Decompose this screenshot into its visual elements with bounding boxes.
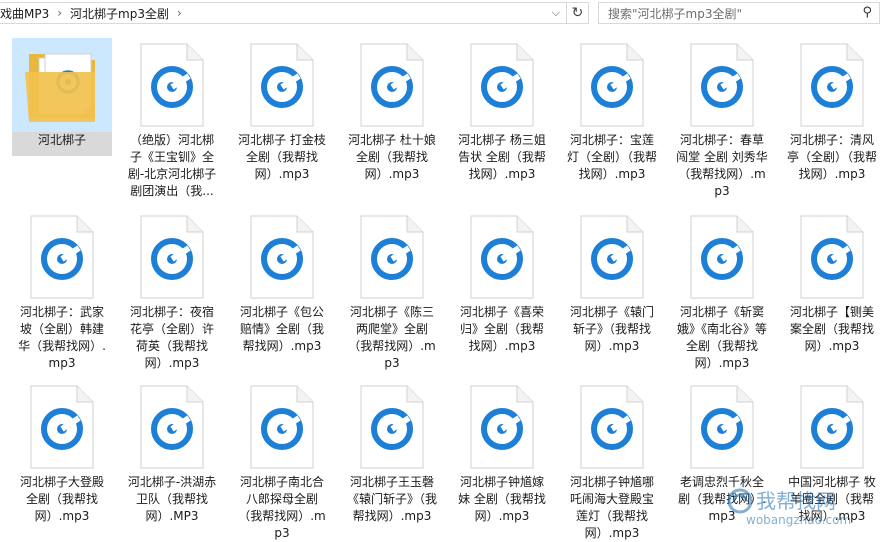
file-name: 河北梆子-洪湖赤卫队（我帮找网）.MP3	[127, 475, 217, 523]
file-item[interactable]: 河北梆子大登殿全剧（我帮找网）.mp3	[12, 380, 112, 525]
groove-music-file-icon	[562, 38, 662, 132]
watermark: 我帮找网 wobangzhao.com	[726, 481, 876, 531]
groove-music-file-icon	[452, 38, 552, 132]
groove-music-file-icon	[232, 38, 332, 132]
groove-music-file-icon	[782, 38, 882, 132]
file-item[interactable]: 河北梆子《喜荣归》全剧（我帮找网）.mp3	[452, 210, 552, 355]
groove-music-file-icon	[782, 210, 882, 304]
file-name: 河北梆子王玉磬《辕门斩子》（我帮找网）.mp3	[346, 475, 437, 523]
file-name: 河北梆子 杜十娘 全剧（我帮找网）.mp3	[348, 133, 436, 181]
groove-music-file-icon	[122, 38, 222, 132]
groove-music-file-icon	[12, 210, 112, 304]
groove-music-file-icon	[122, 380, 222, 474]
file-name: 河北梆子：清风亭（全剧）（我帮找网）.mp3	[786, 133, 877, 181]
groove-music-file-icon	[562, 210, 662, 304]
breadcrumb-separator: ›	[177, 6, 182, 20]
file-name: 河北梆子南北合八郎探母全剧（我帮找网）.mp3	[238, 475, 326, 540]
file-name: 河北梆子 打金枝 全剧（我帮找网）.mp3	[238, 133, 326, 181]
breadcrumb-current[interactable]: 河北梆子mp3全剧	[70, 5, 169, 22]
search-icon[interactable]: ⚲	[862, 5, 872, 20]
groove-music-file-icon	[672, 38, 772, 132]
file-name: 河北梆子：宝莲灯（全剧）（我帮找网）.mp3	[566, 133, 657, 181]
file-name: 河北梆子：春草闯堂 全剧 刘秀华（我帮找网）.mp3	[676, 133, 768, 198]
groove-music-file-icon	[562, 380, 662, 474]
groove-music-file-icon	[342, 38, 442, 132]
groove-music-file-icon	[672, 380, 772, 474]
file-name: 河北梆子《喜荣归》全剧（我帮找网）.mp3	[459, 305, 544, 353]
file-item[interactable]: 河北梆子 打金枝 全剧（我帮找网）.mp3	[232, 38, 332, 183]
groove-music-file-icon	[232, 380, 332, 474]
file-item[interactable]: 河北梆子：清风亭（全剧）（我帮找网）.mp3	[782, 38, 882, 183]
file-item[interactable]: 河北梆子：春草闯堂 全剧 刘秀华（我帮找网）.mp3	[672, 38, 772, 200]
file-name: 河北梆子【铡美案全剧（我帮找网）.mp3	[789, 305, 874, 353]
groove-music-file-icon	[672, 210, 772, 304]
file-name: 河北梆子钟馗嫁妹 全剧（我帮找网）.mp3	[458, 475, 546, 523]
file-item[interactable]: 河北梆子钟馗嫁妹 全剧（我帮找网）.mp3	[452, 380, 552, 525]
file-item[interactable]: 河北梆子《辕门斩子》（我帮找网）.mp3	[562, 210, 662, 355]
file-name: （绝版）河北梆子《王宝钏》全剧-北京河北梆子剧团演出（我...	[127, 133, 217, 198]
file-item[interactable]: 河北梆子《陈三两爬堂》全剧（我帮找网）.mp3	[342, 210, 442, 372]
file-name: 河北梆子 杨三姐 告状 全剧（我帮找网）.mp3	[458, 133, 546, 181]
file-item[interactable]: （绝版）河北梆子《王宝钏》全剧-北京河北梆子剧团演出（我...	[122, 38, 222, 200]
file-name: 河北梆子《斩窦娥》《南北谷》等全剧（我帮找网）.mp3	[676, 305, 767, 370]
refresh-icon: ↻	[571, 5, 584, 21]
refresh-button[interactable]: ↻	[567, 2, 589, 24]
explorer-toolbar: 戏曲MP3 › 河北梆子mp3全剧 › ⌵ ↻ ⚲	[0, 0, 884, 26]
chevron-down-icon[interactable]: ⌵	[552, 6, 560, 20]
file-name: 河北梆子大登殿全剧（我帮找网）.mp3	[19, 475, 104, 523]
file-item[interactable]: 河北梆子【铡美案全剧（我帮找网）.mp3	[782, 210, 882, 355]
file-item[interactable]: 河北梆子钟馗哪吒闹海大登殿宝莲灯（我帮找网）.mp3	[562, 380, 662, 542]
groove-music-file-icon	[452, 380, 552, 474]
svg-text:我帮找网: 我帮找网	[756, 489, 836, 513]
file-name: 河北梆子钟馗哪吒闹海大登殿宝莲灯（我帮找网）.mp3	[569, 475, 654, 540]
file-item[interactable]: 河北梆子-洪湖赤卫队（我帮找网）.MP3	[122, 380, 222, 525]
file-item[interactable]: 河北梆子 杨三姐 告状 全剧（我帮找网）.mp3	[452, 38, 552, 183]
search-box[interactable]: ⚲	[598, 2, 880, 24]
groove-music-file-icon	[342, 380, 442, 474]
file-name: 河北梆子《辕门斩子》（我帮找网）.mp3	[569, 305, 654, 353]
address-bar[interactable]: 戏曲MP3 › 河北梆子mp3全剧 › ⌵	[0, 2, 567, 24]
file-item[interactable]: 河北梆子：宝莲灯（全剧）（我帮找网）.mp3	[562, 38, 662, 183]
file-name: 河北梆子	[37, 133, 86, 147]
file-item[interactable]: 河北梆子王玉磬《辕门斩子》（我帮找网）.mp3	[342, 380, 442, 525]
groove-music-file-icon	[232, 210, 332, 304]
file-name: 河北梆子《包公赔情》全剧（我帮找网）.mp3	[239, 305, 324, 353]
watermark-text: wobangzhao.com	[746, 513, 852, 527]
folder-icon	[12, 38, 112, 132]
file-item[interactable]: 河北梆子《包公赔情》全剧（我帮找网）.mp3	[232, 210, 332, 355]
groove-music-file-icon	[122, 210, 222, 304]
groove-music-file-icon	[12, 380, 112, 474]
groove-music-file-icon	[782, 380, 882, 474]
file-item[interactable]: 河北梆子南北合八郎探母全剧（我帮找网）.mp3	[232, 380, 332, 542]
file-name: 河北梆子：武家坡（全剧）韩建华（我帮找网）.mp3	[18, 305, 106, 370]
search-input[interactable]	[599, 4, 858, 24]
file-item[interactable]: 河北梆子《斩窦娥》《南北谷》等全剧（我帮找网）.mp3	[672, 210, 772, 372]
file-item[interactable]: 河北梆子：夜宿花亭（全剧）许荷英（我帮找网）.mp3	[122, 210, 222, 372]
file-item[interactable]: 河北梆子 杜十娘 全剧（我帮找网）.mp3	[342, 38, 442, 183]
folder-item[interactable]: 河北梆子	[12, 38, 112, 156]
groove-music-file-icon	[342, 210, 442, 304]
breadcrumb-separator: ›	[57, 6, 63, 20]
breadcrumb-parent[interactable]: 戏曲MP3	[0, 5, 49, 22]
groove-music-file-icon	[452, 210, 552, 304]
file-item[interactable]: 河北梆子：武家坡（全剧）韩建华（我帮找网）.mp3	[12, 210, 112, 372]
file-name: 河北梆子：夜宿花亭（全剧）许荷英（我帮找网）.mp3	[129, 305, 214, 370]
file-name: 河北梆子《陈三两爬堂》全剧（我帮找网）.mp3	[348, 305, 436, 370]
